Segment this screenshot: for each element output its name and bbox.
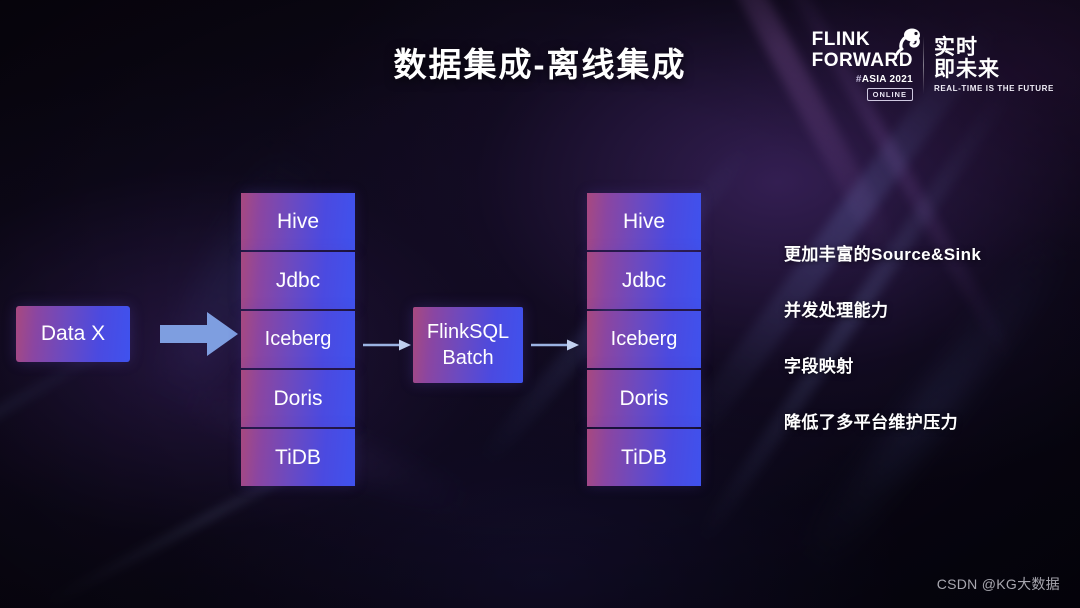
source-connector-stack: Hive Jdbc Iceberg Doris TiDB (241, 193, 355, 486)
logo-wordmark: FLINK FORWARD #ASIA 2021 ONLINE (812, 28, 920, 101)
tile-label: Jdbc (621, 268, 667, 292)
connector-tile-hive-source: Hive (241, 193, 355, 250)
data-x-label: Data X (40, 322, 106, 345)
data-x-box: Data X (16, 306, 130, 362)
logo-event: ASIA 2021 (861, 74, 913, 85)
connector-tile-iceberg-source: Iceberg (241, 311, 355, 368)
sink-connector-stack: Hive Jdbc Iceberg Doris TiDB (587, 193, 701, 486)
tile-label: Doris (273, 386, 323, 410)
tile-label: Iceberg (610, 328, 678, 350)
logo-chinese-block: 实时 即未来 REAL-TIME IS THE FUTURE (933, 36, 1054, 94)
squirrel-icon (895, 28, 920, 56)
tile-label: Hive (276, 209, 319, 233)
tile-label: Doris (619, 386, 669, 410)
feature-item: 字段映射 (784, 357, 854, 376)
tile-label: Iceberg (264, 328, 332, 350)
connector-tile-iceberg-sink: Iceberg (587, 311, 701, 368)
flinksql-batch-box: FlinkSQL Batch (413, 307, 523, 383)
block-arrow-icon (160, 312, 238, 356)
connector-tile-doris-sink: Doris (587, 370, 701, 427)
flinksql-label-line2: Batch (442, 347, 494, 369)
connector-tile-tidb-source: TiDB (241, 429, 355, 486)
tile-label: TiDB (621, 445, 667, 469)
logo-tagline: REAL-TIME IS THE FUTURE (933, 84, 1054, 94)
connector-tile-jdbc-sink: Jdbc (587, 252, 701, 309)
tile-label: Hive (622, 209, 665, 233)
connector-tile-tidb-sink: TiDB (587, 429, 701, 486)
logo-cn-line2: 即未来 (933, 58, 1000, 82)
connector-tile-hive-sink: Hive (587, 193, 701, 250)
logo-online-badge: ONLINE (866, 88, 913, 101)
csdn-watermark: CSDN @KG大数据 (936, 576, 1060, 592)
feature-item: 更加丰富的Source&Sink (784, 245, 982, 264)
slide-canvas: 数据集成-离线集成 FLINK FORWARD #ASIA 2021 ONLIN… (0, 0, 1080, 608)
flink-forward-logo: FLINK FORWARD #ASIA 2021 ONLINE 实时 即未来 R… (812, 28, 1054, 101)
tile-label: TiDB (275, 445, 321, 469)
arrow-to-engine-icon (363, 339, 411, 351)
connector-tile-jdbc-source: Jdbc (241, 252, 355, 309)
logo-cn-line1: 实时 (933, 36, 978, 59)
flinksql-label-line1: FlinkSQL (426, 320, 510, 343)
feature-list: 更加丰富的Source&Sink 并发处理能力 字段映射 降低了多平台维护压力 (784, 240, 1064, 464)
feature-item: 并发处理能力 (784, 301, 889, 320)
logo-event-line: #ASIA 2021 (812, 75, 913, 85)
feature-item: 降低了多平台维护压力 (784, 413, 958, 432)
arrow-from-engine-icon (531, 339, 579, 351)
tile-label: Jdbc (275, 268, 321, 292)
connector-tile-doris-source: Doris (241, 370, 355, 427)
